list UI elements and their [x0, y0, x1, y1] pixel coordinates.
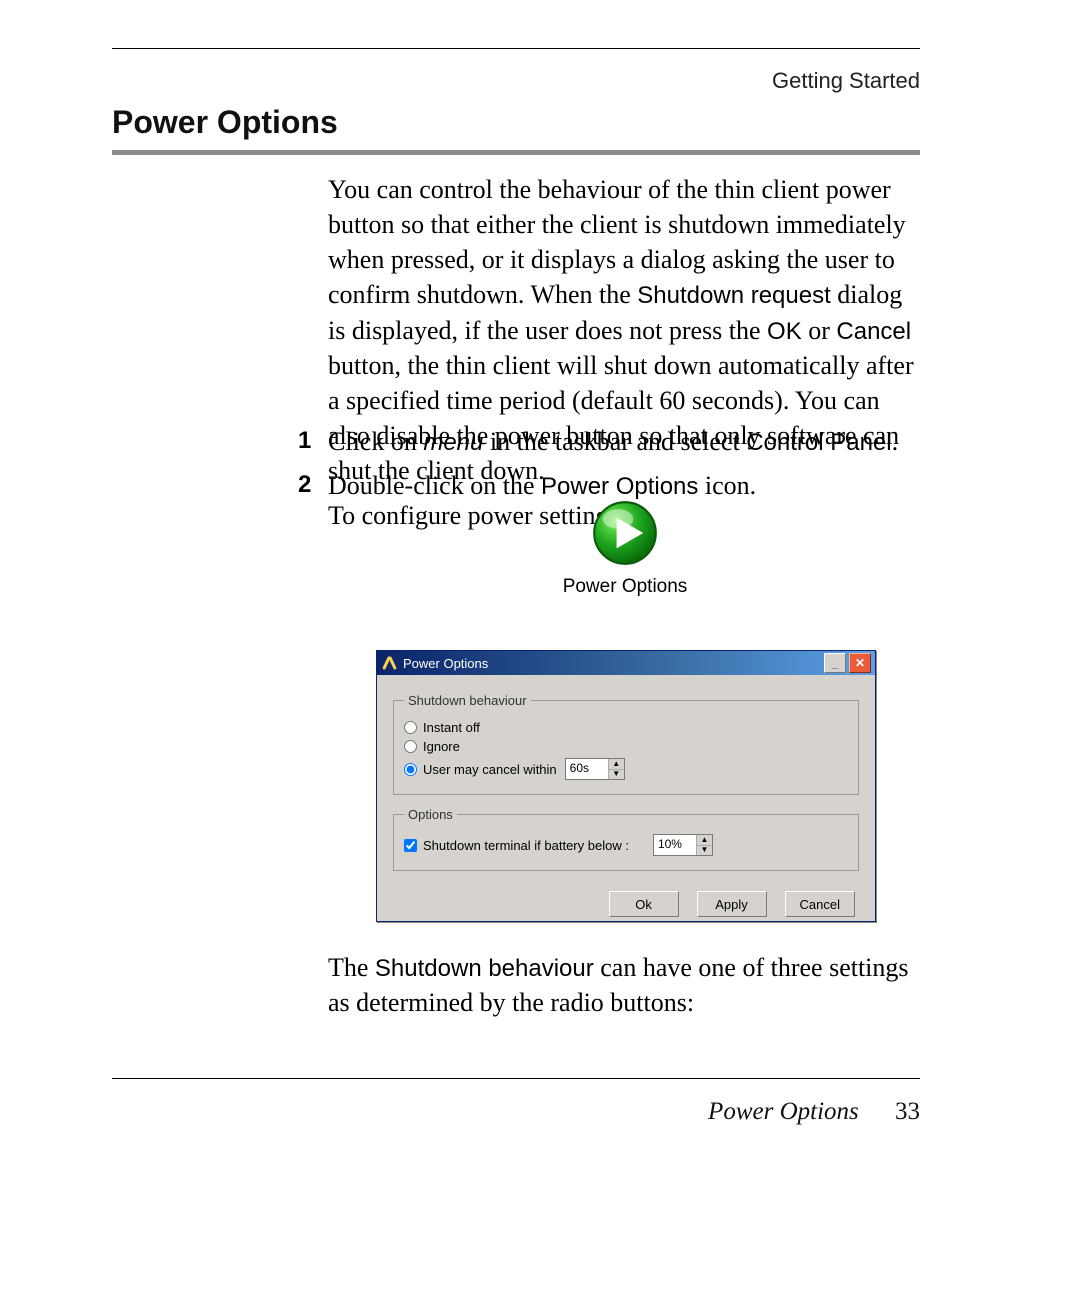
term-menu: menu — [423, 429, 483, 456]
dialog-titlebar[interactable]: Power Options _ ✕ — [377, 651, 875, 675]
step-1: 1 Click on menu in the taskbar and selec… — [298, 422, 918, 462]
radio-ignore-row[interactable]: Ignore — [404, 739, 848, 754]
apply-button[interactable]: Apply — [697, 891, 767, 917]
closing-paragraph: The Shutdown behaviour can have one of t… — [328, 950, 918, 1020]
running-head: Getting Started — [772, 68, 920, 94]
play-icon — [555, 498, 695, 568]
radio-ignore-label: Ignore — [423, 739, 460, 754]
radio-instant-off-label: Instant off — [423, 720, 480, 735]
radio-instant-off[interactable] — [404, 721, 417, 734]
page-number: 33 — [895, 1098, 920, 1125]
step2-b: icon. — [698, 471, 756, 500]
step1-b: in the taskbar and select — [483, 427, 746, 456]
close-button[interactable]: ✕ — [849, 653, 871, 673]
shutdown-behaviour-group: Shutdown behaviour Instant off Ignore Us… — [393, 693, 859, 795]
spin-up-icon[interactable]: ▲ — [609, 759, 624, 770]
step2-a: Double-click on the — [328, 471, 541, 500]
spin-down-icon[interactable]: ▼ — [609, 770, 624, 780]
term-shutdown-request: Shutdown request — [637, 282, 830, 309]
group-legend: Shutdown behaviour — [404, 693, 531, 708]
spin-up-icon[interactable]: ▲ — [697, 835, 712, 846]
power-options-dialog: Power Options _ ✕ Shutdown behaviour Ins… — [376, 650, 876, 922]
top-rule — [112, 48, 920, 49]
step1-c: . — [892, 427, 899, 456]
spin-down-icon[interactable]: ▼ — [697, 846, 712, 856]
step-number: 2 — [298, 466, 328, 506]
term-ok: OK — [767, 318, 802, 345]
after-a: The — [328, 953, 375, 982]
radio-instant-off-row[interactable]: Instant off — [404, 720, 848, 735]
cancel-timeout-spinner[interactable]: 60s ▲ ▼ — [565, 758, 625, 780]
radio-user-cancel[interactable] — [404, 763, 417, 776]
dialog-button-row: Ok Apply Cancel — [393, 883, 859, 917]
step1-a: Click on — [328, 427, 423, 456]
term-control-panel: Control Panel — [746, 429, 891, 456]
heading-rule — [112, 150, 920, 155]
term-cancel: Cancel — [836, 318, 911, 345]
tools-icon — [383, 656, 397, 670]
radio-ignore[interactable] — [404, 740, 417, 753]
section-heading: Power Options — [112, 104, 338, 141]
cancel-timeout-value[interactable]: 60s — [566, 759, 608, 779]
battery-threshold-spinner[interactable]: 10% ▲ ▼ — [653, 834, 713, 856]
options-group: Options Shutdown terminal if battery bel… — [393, 807, 859, 871]
page-footer: Power Options 33 — [708, 1098, 920, 1126]
step-number: 1 — [298, 422, 328, 462]
battery-shutdown-row[interactable]: Shutdown terminal if battery below : 10%… — [404, 834, 848, 856]
term-shutdown-behaviour: Shutdown behaviour — [375, 955, 594, 982]
icon-label: Power Options — [555, 576, 695, 598]
ok-button[interactable]: Ok — [609, 891, 679, 917]
battery-shutdown-checkbox[interactable] — [404, 839, 417, 852]
bottom-rule — [112, 1078, 920, 1079]
group-legend: Options — [404, 807, 457, 822]
cancel-button[interactable]: Cancel — [785, 891, 855, 917]
term-power-options: Power Options — [541, 473, 698, 500]
document-page: Getting Started Power Options You can co… — [0, 0, 1080, 1311]
radio-cancel-row[interactable]: User may cancel within 60s ▲ ▼ — [404, 758, 848, 780]
minimize-button[interactable]: _ — [824, 653, 846, 673]
footer-section: Power Options — [708, 1098, 859, 1125]
battery-threshold-value[interactable]: 10% — [654, 835, 696, 855]
power-options-icon-block: Power Options — [555, 498, 695, 598]
battery-shutdown-label: Shutdown terminal if battery below : — [423, 838, 629, 853]
dialog-title: Power Options — [403, 656, 821, 671]
radio-user-cancel-label: User may cancel within — [423, 762, 557, 777]
intro-part-c: or — [802, 316, 837, 345]
dialog-body: Shutdown behaviour Instant off Ignore Us… — [377, 675, 875, 927]
